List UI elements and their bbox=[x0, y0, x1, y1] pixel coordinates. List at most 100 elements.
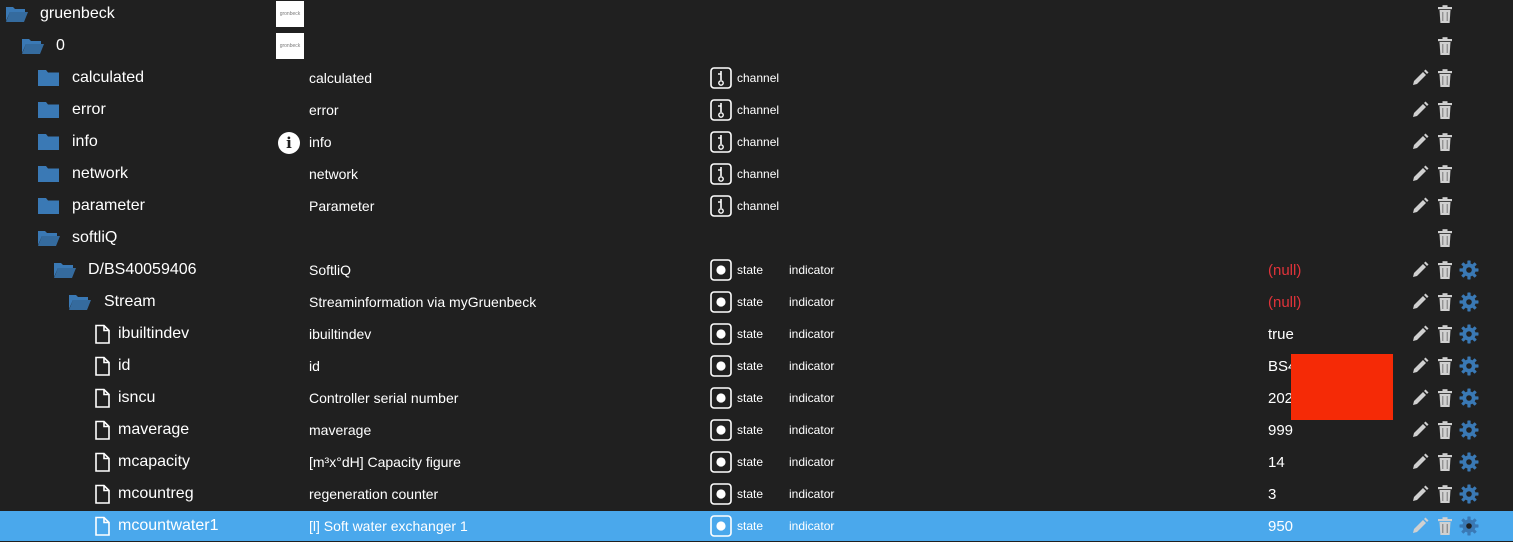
trash-icon[interactable] bbox=[1435, 100, 1455, 120]
object-id-label: D/BS40059406 bbox=[88, 261, 197, 278]
edit-icon[interactable] bbox=[1410, 164, 1430, 184]
tree-row[interactable]: isncu Controller serial number state indica… bbox=[0, 383, 1513, 413]
trash-icon[interactable] bbox=[1435, 4, 1455, 24]
object-role-label: indicator bbox=[789, 423, 835, 437]
trash-icon[interactable] bbox=[1435, 292, 1455, 312]
edit-icon[interactable] bbox=[1410, 452, 1430, 472]
file-icon[interactable] bbox=[90, 452, 114, 472]
tree-row[interactable]: info i info channel bbox=[0, 127, 1513, 157]
channel-type-icon bbox=[710, 67, 732, 89]
tree-row[interactable]: ibuiltindev ibuiltindev state indicator true bbox=[0, 319, 1513, 349]
edit-icon[interactable] bbox=[1410, 516, 1430, 536]
trash-icon[interactable] bbox=[1435, 420, 1455, 440]
tree-row[interactable]: id id state indicator BS4 bbox=[0, 351, 1513, 381]
object-type-label: state bbox=[737, 487, 764, 501]
tree-row[interactable]: 0 gronbeck bbox=[0, 31, 1513, 61]
tree-row[interactable]: D/BS40059406 SoftliQ state indicator (null) bbox=[0, 255, 1513, 285]
gear-icon[interactable] bbox=[1459, 388, 1479, 408]
folder-open-icon[interactable] bbox=[53, 260, 77, 280]
object-id-label: maverage bbox=[118, 421, 190, 438]
gear-icon[interactable] bbox=[1459, 484, 1479, 504]
trash-icon[interactable] bbox=[1435, 68, 1455, 88]
gear-icon[interactable] bbox=[1459, 452, 1479, 472]
file-icon[interactable] bbox=[90, 516, 114, 536]
object-id-label: network bbox=[72, 165, 129, 182]
folder-icon[interactable] bbox=[37, 132, 61, 152]
tree-row[interactable]: mcapacity [m³x°dH] Capacity figure state in… bbox=[0, 447, 1513, 477]
gear-icon[interactable] bbox=[1459, 516, 1479, 536]
trash-icon[interactable] bbox=[1435, 228, 1455, 248]
object-type-label: state bbox=[737, 263, 764, 277]
edit-icon[interactable] bbox=[1410, 292, 1430, 312]
edit-icon[interactable] bbox=[1410, 484, 1430, 504]
trash-icon[interactable] bbox=[1435, 36, 1455, 56]
edit-icon[interactable] bbox=[1410, 324, 1430, 344]
edit-icon[interactable] bbox=[1410, 260, 1430, 280]
folder-open-icon[interactable] bbox=[68, 292, 92, 312]
trash-icon[interactable] bbox=[1435, 196, 1455, 216]
file-icon[interactable] bbox=[90, 388, 114, 408]
tree-row[interactable]: parameter Parameter channel bbox=[0, 191, 1513, 221]
folder-icon[interactable] bbox=[37, 196, 61, 216]
trash-icon[interactable] bbox=[1435, 452, 1455, 472]
edit-icon[interactable] bbox=[1410, 68, 1430, 88]
file-icon[interactable] bbox=[90, 356, 114, 376]
state-value[interactable]: (null) bbox=[1268, 255, 1301, 285]
folder-open-icon[interactable] bbox=[37, 228, 61, 248]
folder-open-icon[interactable] bbox=[21, 36, 45, 56]
tree-row[interactable]: mcountreg regeneration counter state indica… bbox=[0, 479, 1513, 509]
edit-icon[interactable] bbox=[1410, 420, 1430, 440]
folder-open-icon[interactable] bbox=[5, 4, 29, 24]
state-type-icon bbox=[710, 419, 732, 441]
folder-icon[interactable] bbox=[37, 100, 61, 120]
state-value[interactable]: 202 bbox=[1268, 383, 1293, 413]
gear-icon[interactable] bbox=[1459, 260, 1479, 280]
gear-icon[interactable] bbox=[1459, 356, 1479, 376]
trash-icon[interactable] bbox=[1435, 484, 1455, 504]
trash-icon[interactable] bbox=[1435, 516, 1455, 536]
trash-icon[interactable] bbox=[1435, 164, 1455, 184]
state-value[interactable]: 3 bbox=[1268, 479, 1276, 509]
object-name-label: Streaminformation via myGruenbeck bbox=[309, 294, 537, 310]
edit-icon[interactable] bbox=[1410, 100, 1430, 120]
trash-icon[interactable] bbox=[1435, 356, 1455, 376]
object-role-label: indicator bbox=[789, 455, 835, 469]
trash-icon[interactable] bbox=[1435, 260, 1455, 280]
edit-icon[interactable] bbox=[1410, 132, 1430, 152]
object-type-label: state bbox=[737, 359, 764, 373]
state-value[interactable]: 950 bbox=[1268, 511, 1293, 541]
gear-icon[interactable] bbox=[1459, 324, 1479, 344]
object-role-label: indicator bbox=[789, 359, 835, 373]
edit-icon[interactable] bbox=[1410, 388, 1430, 408]
tree-row[interactable]: mcountwater1 [l] Soft water exchanger 1 st… bbox=[0, 511, 1513, 541]
trash-icon[interactable] bbox=[1435, 132, 1455, 152]
edit-icon[interactable] bbox=[1410, 356, 1430, 376]
state-type-icon bbox=[710, 515, 732, 537]
trash-icon[interactable] bbox=[1435, 324, 1455, 344]
state-value[interactable]: true bbox=[1268, 319, 1294, 349]
tree-row[interactable]: gruenbeck gronbeck bbox=[0, 0, 1513, 29]
folder-icon[interactable] bbox=[37, 164, 61, 184]
tree-row[interactable]: calculated calculated channel bbox=[0, 63, 1513, 93]
tree-row[interactable]: softliQ bbox=[0, 223, 1513, 253]
object-role-label: indicator bbox=[789, 391, 835, 405]
file-icon[interactable] bbox=[90, 484, 114, 504]
trash-icon[interactable] bbox=[1435, 388, 1455, 408]
tree-row[interactable]: network network channel bbox=[0, 159, 1513, 189]
folder-icon[interactable] bbox=[37, 68, 61, 88]
edit-icon[interactable] bbox=[1410, 196, 1430, 216]
state-value[interactable]: 14 bbox=[1268, 447, 1285, 477]
object-name-label: network bbox=[309, 166, 359, 182]
tree-row[interactable]: error error channel bbox=[0, 95, 1513, 125]
gear-icon[interactable] bbox=[1459, 420, 1479, 440]
object-role-label: indicator bbox=[789, 295, 835, 309]
file-icon[interactable] bbox=[90, 324, 114, 344]
file-icon[interactable] bbox=[90, 420, 114, 440]
object-type-label: state bbox=[737, 519, 764, 533]
state-value[interactable]: 999 bbox=[1268, 415, 1293, 445]
state-value[interactable]: (null) bbox=[1268, 287, 1301, 317]
tree-row[interactable]: Stream Streaminformation via myGruenbeck s… bbox=[0, 287, 1513, 317]
gear-icon[interactable] bbox=[1459, 292, 1479, 312]
tree-row[interactable]: maverage maverage state indicator 999 bbox=[0, 415, 1513, 445]
object-id-label: mcountreg bbox=[118, 485, 194, 502]
